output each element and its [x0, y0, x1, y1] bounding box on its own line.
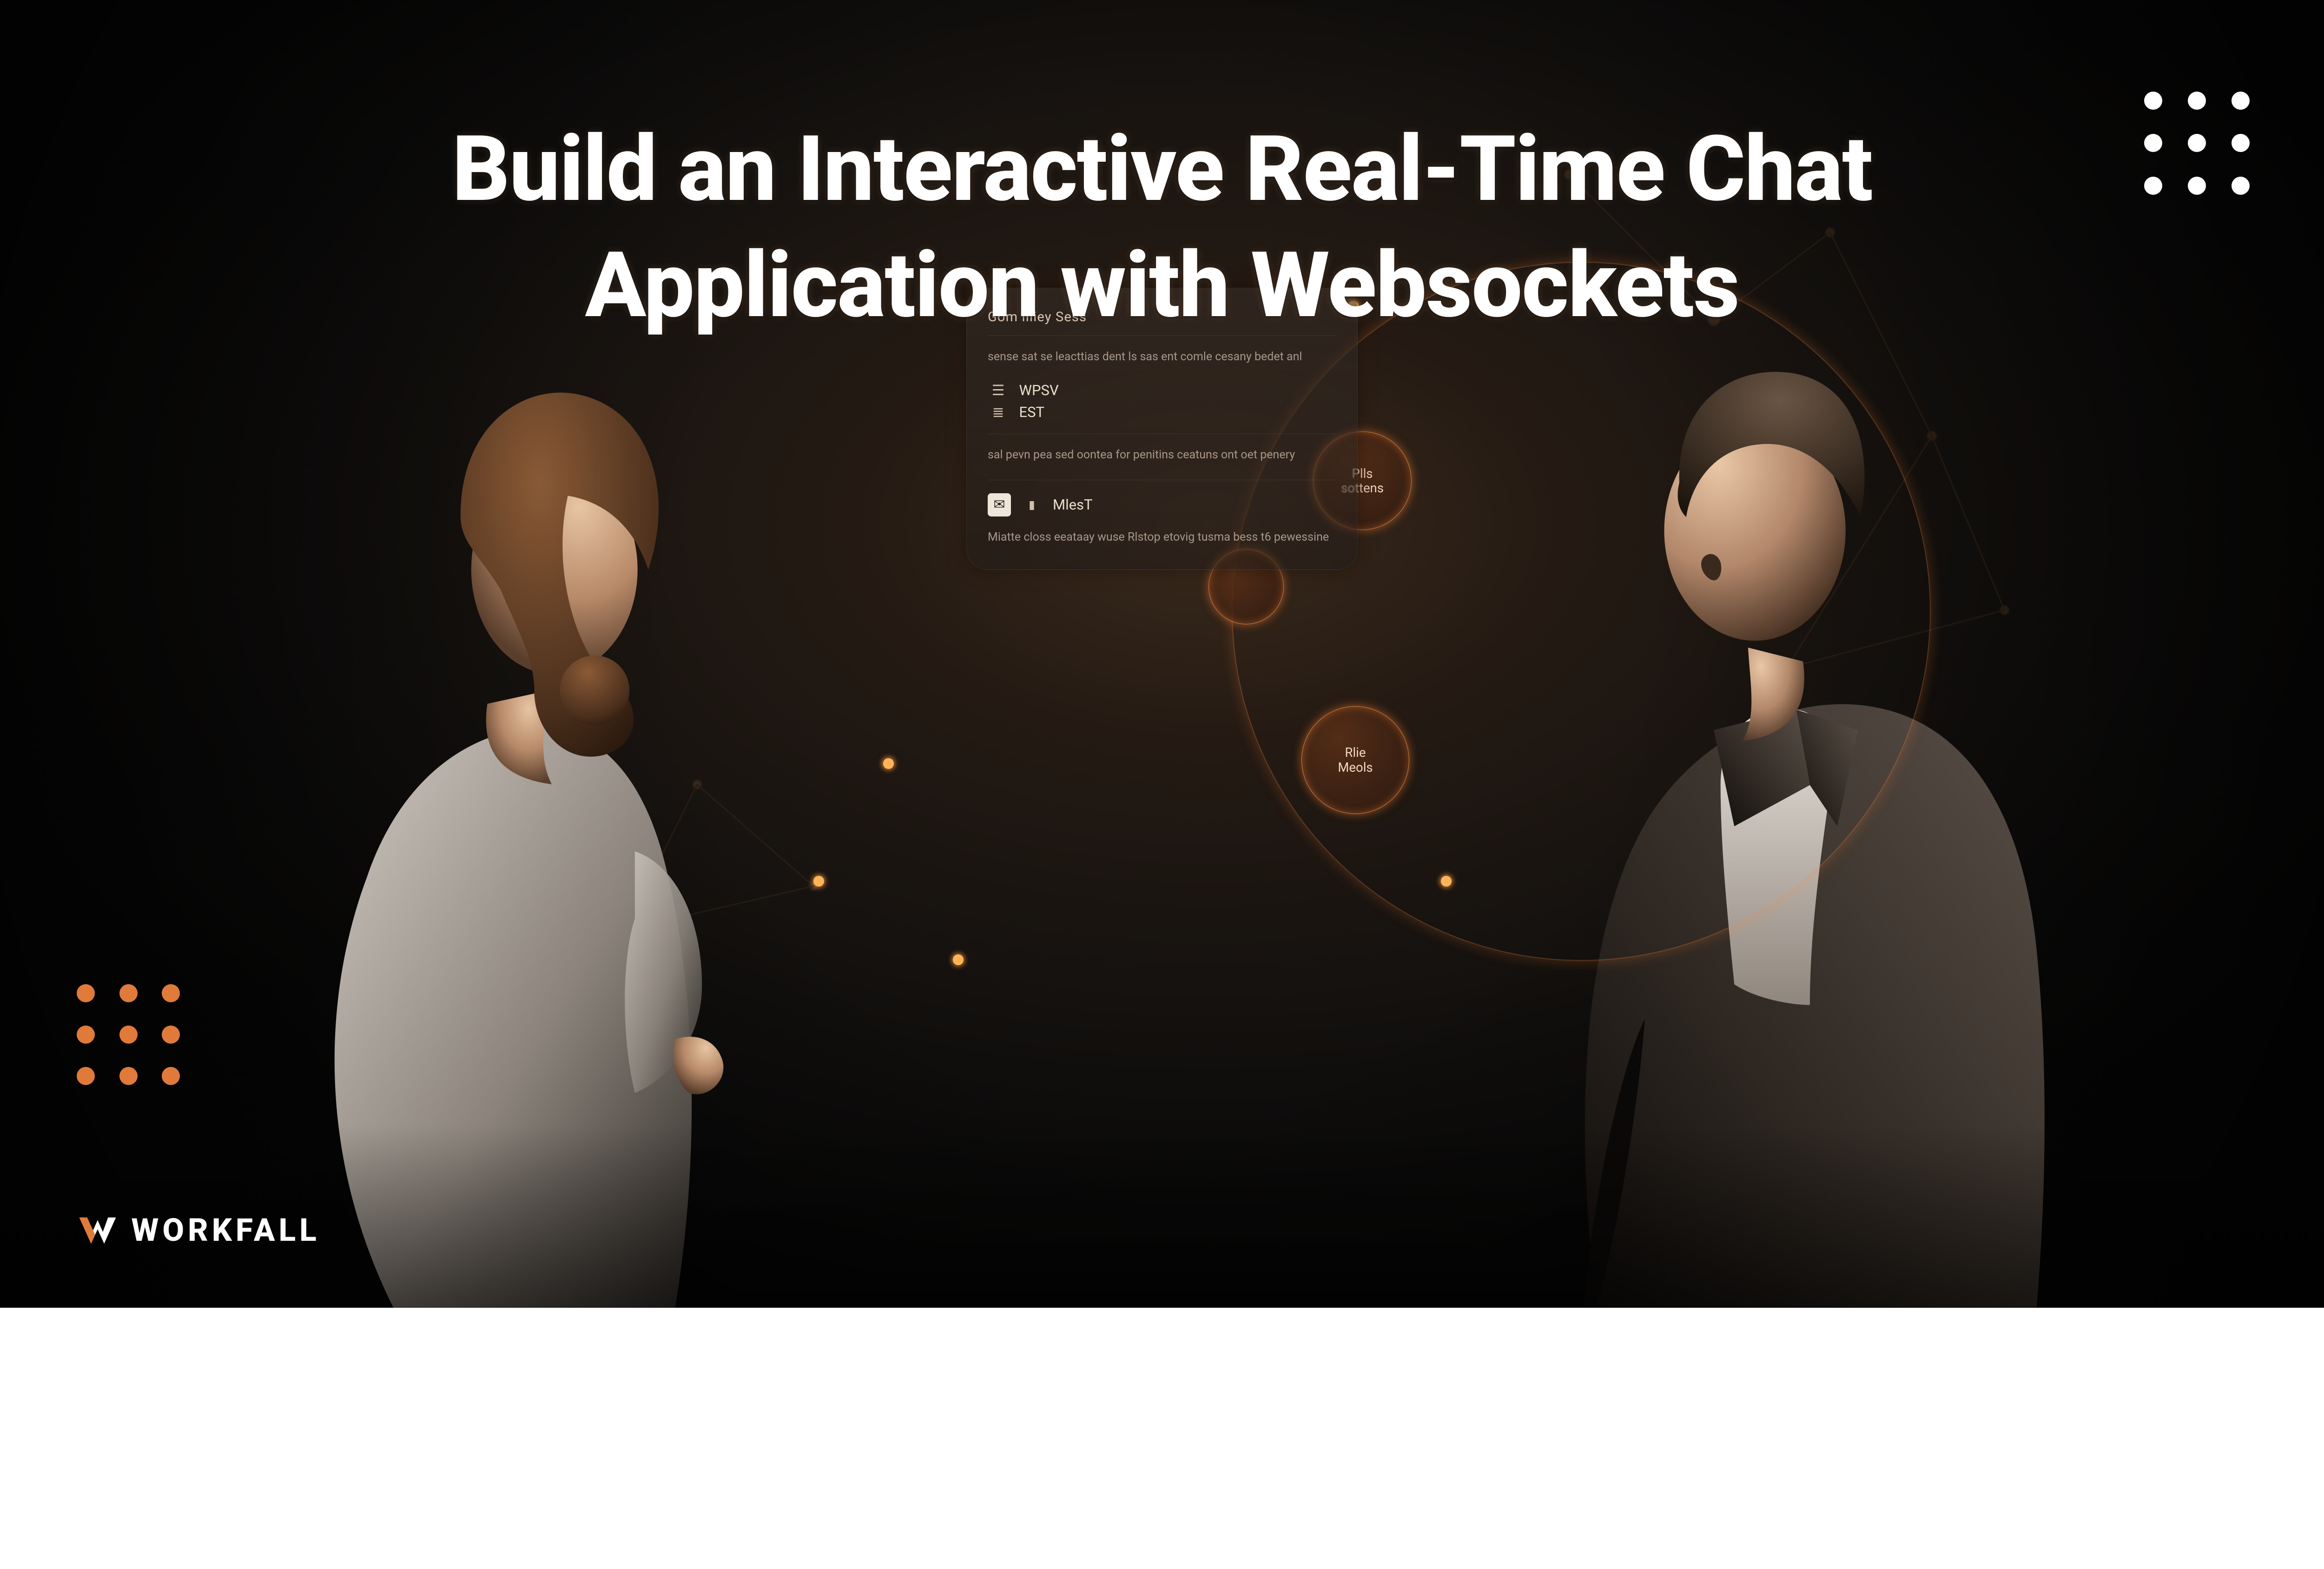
- mail-icon: ✉: [988, 493, 1011, 516]
- brand-name: WORKFALL: [132, 1212, 320, 1249]
- chat-panel-row-3: ✉▮MlesT: [988, 493, 1336, 516]
- hero-title-line-1: Build an Interactive Real-Time Chat: [209, 111, 2115, 227]
- illustration-person-left: [232, 288, 860, 1308]
- hero-title: Build an Interactive Real-Time Chat Appl…: [209, 111, 2115, 343]
- hero-title-line-2: Application with Websockets: [209, 227, 2115, 344]
- chat-panel-text-1: sense sat se leacttias dent ls sas ent c…: [988, 349, 1336, 365]
- spark-decor: [953, 954, 964, 965]
- chat-panel-row-1: ☰WPSV: [988, 382, 1336, 399]
- chat-panel-row-2: ≣EST: [988, 404, 1336, 421]
- list-icon: ≣: [988, 404, 1009, 421]
- dot-grid-decor-bottom-left: [77, 984, 180, 1085]
- spark-decor: [1441, 876, 1452, 887]
- spark-decor: [883, 758, 894, 769]
- brand-logo: WORKFALL: [77, 1210, 320, 1251]
- workfall-logo-icon: [77, 1210, 119, 1251]
- menu-icon: ☰: [988, 382, 1009, 399]
- spark-decor: [813, 876, 824, 887]
- chat-panel-text-2: sal pevn pea sed oontea for penitins cea…: [988, 447, 1336, 463]
- chat-panel-text-3: Miatte closs eeataay wuse Rlstop etovig …: [988, 529, 1336, 546]
- dot-grid-decor-top-right: [2144, 92, 2250, 195]
- glow-node-b: Rlie Meols: [1301, 706, 1409, 814]
- hero-banner: Gom llliey Sess sense sat se leacttias d…: [0, 0, 2324, 1308]
- bar-icon: ▮: [1022, 498, 1043, 512]
